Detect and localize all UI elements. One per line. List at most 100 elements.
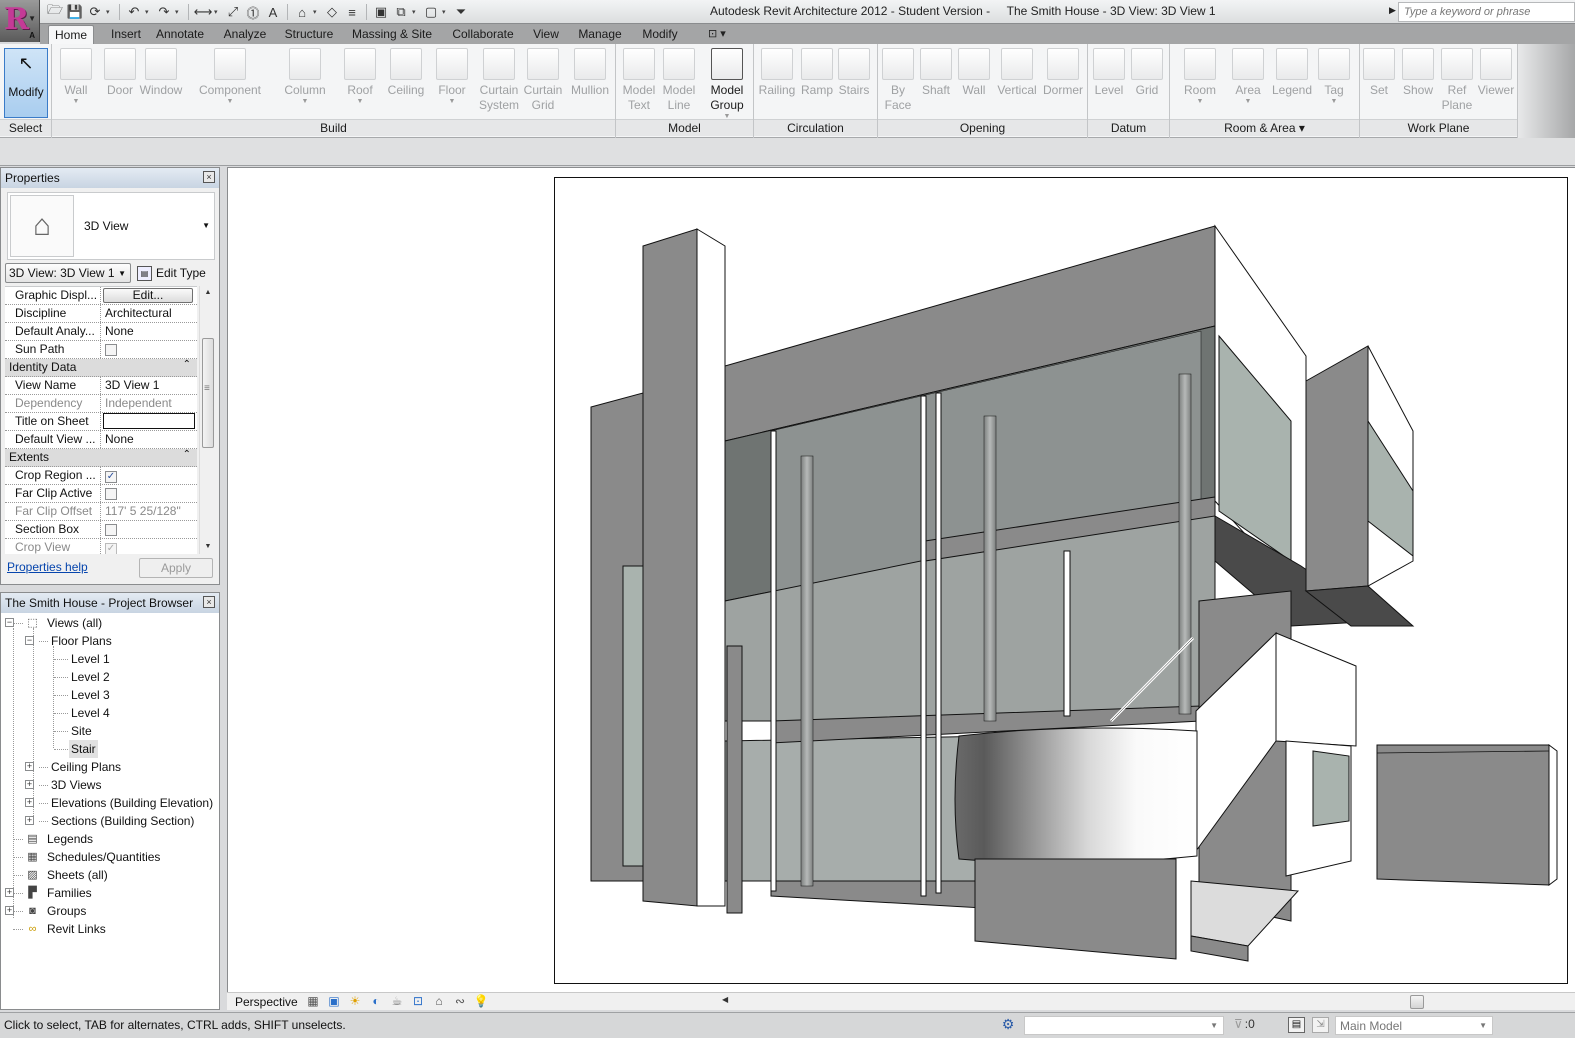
customize-toolbar-icon[interactable]: ⏷	[452, 3, 470, 21]
property-value[interactable]	[101, 413, 197, 430]
default-3d-view-icon[interactable]: ⌂	[293, 3, 311, 21]
tab-modify[interactable]: Modify	[634, 25, 686, 44]
open-icon[interactable]: 🗁	[46, 2, 64, 21]
ceiling-button[interactable]: Ceiling	[385, 48, 427, 98]
type-selector[interactable]: ⌂ 3D View ▼	[7, 192, 215, 260]
tag-button[interactable]: Tag ▼	[1316, 48, 1352, 106]
property-value[interactable]: None	[101, 323, 197, 340]
close-icon[interactable]: ×	[203, 171, 215, 183]
thin-lines-icon[interactable]: ≡	[343, 3, 361, 21]
viewer-button[interactable]: Viewer	[1476, 48, 1516, 98]
ramp-button[interactable]: Ramp	[800, 48, 834, 98]
by-face-button[interactable]: By Face	[882, 48, 914, 113]
browser-node[interactable]: Level 1	[1, 650, 219, 668]
crop-view-icon[interactable]: ⊡	[410, 994, 426, 1009]
expand-node-icon[interactable]: +	[5, 906, 14, 915]
browser-node[interactable]: + ▛ Families	[1, 884, 219, 902]
model-line-button[interactable]: Model Line	[660, 48, 698, 113]
undo-icon[interactable]: ↶	[125, 3, 143, 21]
worksets-icon[interactable]: ⚙	[998, 1016, 1018, 1034]
browser-node[interactable]: + Elevations (Building Elevation)	[1, 794, 219, 812]
aligned-dimension-icon[interactable]: ⤢	[224, 3, 242, 21]
collapse-node-icon[interactable]: −	[25, 636, 34, 645]
tab-massing-site[interactable]: Massing & Site	[344, 25, 440, 44]
browser-node[interactable]: ▨ Sheets (all)	[1, 866, 219, 884]
browser-node[interactable]: + Sections (Building Section)	[1, 812, 219, 830]
dormer-button[interactable]: Dormer	[1041, 48, 1085, 98]
save-icon[interactable]: 💾	[66, 3, 84, 21]
property-value[interactable]: Edit...	[101, 287, 197, 304]
roof-button[interactable]: Roof ▼	[344, 48, 376, 106]
scroll-up-icon[interactable]: ▲	[200, 286, 216, 300]
column-button[interactable]: Column ▼	[282, 48, 328, 106]
tab-manage[interactable]: Manage	[570, 25, 630, 44]
browser-node[interactable]: Site	[1, 722, 219, 740]
browser-node[interactable]: − Floor Plans	[1, 632, 219, 650]
reveal-hidden-icon[interactable]: 💡	[473, 994, 489, 1009]
application-menu-button[interactable]: R ▼ A	[0, 0, 40, 42]
browser-node[interactable]: ▤ Legends	[1, 830, 219, 848]
temporary-hide-icon[interactable]: ∾	[452, 994, 468, 1009]
chevron-down-icon[interactable]: ▾	[442, 8, 450, 16]
properties-help-link[interactable]: Properties help	[7, 560, 88, 574]
panel-label[interactable]: Work Plane	[1360, 119, 1517, 136]
switch-windows-icon[interactable]: ⧉	[392, 3, 410, 21]
close-icon[interactable]: ×	[203, 596, 215, 608]
crop-region[interactable]	[554, 177, 1568, 984]
property-value[interactable]: 3D View 1	[101, 377, 197, 394]
shaft-button[interactable]: Shaft	[918, 48, 954, 98]
floor-button[interactable]: Floor ▼	[434, 48, 470, 106]
apply-button[interactable]: Apply	[139, 558, 213, 578]
chevron-down-icon[interactable]: ▾	[313, 8, 321, 16]
scroll-thumb[interactable]	[202, 338, 214, 448]
railing-button[interactable]: Railing	[758, 48, 796, 98]
property-group-identity-data[interactable]: Identity Data ⌃	[5, 359, 197, 377]
legend-button[interactable]: Legend	[1268, 48, 1316, 98]
wall-button[interactable]: Wall ▼	[60, 48, 92, 106]
visual-style-icon[interactable]: ▣	[326, 994, 342, 1009]
expand-node-icon[interactable]: +	[25, 816, 34, 825]
detail-level-icon[interactable]: ▦	[305, 994, 321, 1009]
property-value[interactable]: None	[101, 431, 197, 448]
lock-3d-view-icon[interactable]: ⌂	[431, 994, 447, 1009]
panel-label[interactable]: Opening	[878, 119, 1087, 136]
ref-plane-button[interactable]: Ref Plane	[1438, 48, 1476, 113]
property-group-extents[interactable]: Extents ⌃	[5, 449, 197, 467]
checkbox[interactable]	[105, 344, 117, 356]
chevron-down-icon[interactable]: ▾	[214, 8, 222, 16]
tab-view[interactable]: View	[526, 25, 566, 44]
selection-filter[interactable]: ⊽:0	[1234, 1017, 1255, 1031]
chevron-down-icon[interactable]: ▾	[106, 8, 114, 16]
expand-search-icon[interactable]: ▶	[1389, 5, 1396, 16]
chevron-down-icon[interactable]: ▼	[202, 221, 210, 230]
stairs-button[interactable]: Stairs	[836, 48, 872, 98]
text-icon[interactable]: A	[264, 3, 282, 21]
checkbox[interactable]: ✓	[105, 471, 117, 483]
door-button[interactable]: Door	[104, 48, 136, 98]
browser-node[interactable]: Level 4	[1, 704, 219, 722]
chevron-down-icon[interactable]: ▾	[175, 8, 183, 16]
tag-icon[interactable]: ⓵	[244, 3, 262, 21]
browser-node[interactable]: Stair	[1, 740, 219, 758]
expand-node-icon[interactable]: +	[25, 780, 34, 789]
chevron-down-icon[interactable]: ▾	[145, 8, 153, 16]
editing-request-icon[interactable]: ⇲	[1312, 1017, 1329, 1033]
collapse-icon[interactable]: ⌃	[183, 359, 191, 370]
property-value[interactable]: Architectural	[101, 305, 197, 322]
browser-node[interactable]: + Ceiling Plans	[1, 758, 219, 776]
design-options-icon[interactable]: ▤	[1288, 1017, 1305, 1033]
expand-node-icon[interactable]: +	[25, 798, 34, 807]
title-on-sheet-input[interactable]	[103, 413, 195, 429]
checkbox[interactable]	[105, 524, 117, 536]
panel-label[interactable]: Circulation	[754, 119, 877, 136]
active-workset-select[interactable]: ▼	[1024, 1016, 1224, 1035]
minimize-ribbon-button[interactable]: ⊡ ▾	[708, 27, 726, 40]
modify-button[interactable]: ↖ Modify	[4, 48, 48, 118]
scroll-down-icon[interactable]: ▼	[200, 540, 216, 554]
expand-node-icon[interactable]: +	[25, 762, 34, 771]
render-icon[interactable]: ☕	[389, 994, 405, 1009]
room-button[interactable]: Room ▼	[1178, 48, 1222, 106]
browser-node[interactable]: +3D Views	[1, 776, 219, 794]
view-scale[interactable]: Perspective	[235, 995, 298, 1009]
mullion-button[interactable]: Mullion	[568, 48, 612, 98]
